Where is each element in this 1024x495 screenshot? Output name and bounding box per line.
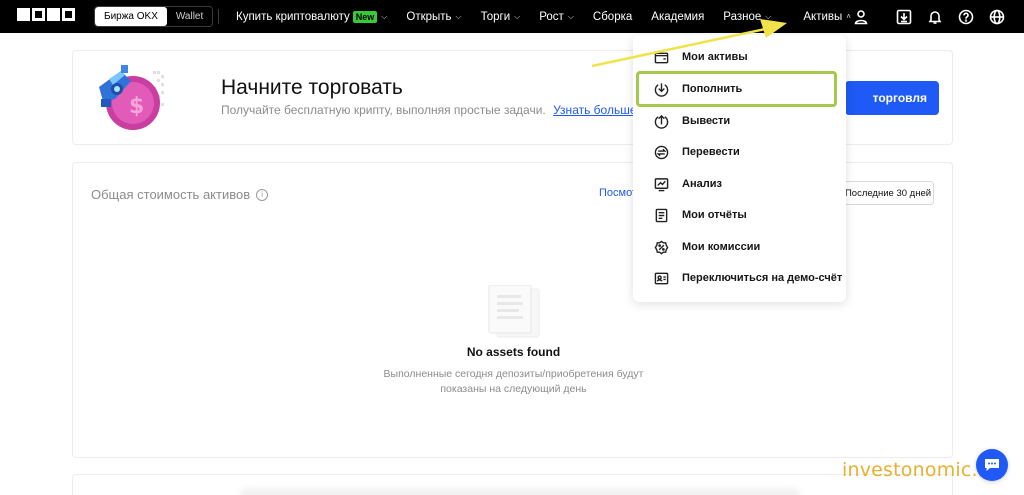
hero-subtitle: Получайте бесплатную крипту, выполняя пр… <box>221 103 640 117</box>
logo-block <box>32 8 45 21</box>
menu-item-analysis[interactable]: Анализ <box>653 174 722 194</box>
empty-state-description: Выполненные сегодня депозиты/приобретени… <box>383 368 644 395</box>
reports-icon <box>653 207 669 223</box>
nav-item-label: Академия <box>651 10 705 23</box>
nav-item-label: Купить криптовалюту <box>236 10 350 23</box>
okx-logo[interactable] <box>17 8 75 21</box>
wallet-icon <box>653 49 669 65</box>
menu-item-label: Мои отчёты <box>682 209 747 221</box>
view-link[interactable]: Посмот <box>599 187 637 199</box>
nav-item-label: Разное <box>723 10 762 23</box>
nav-item-open[interactable]: Открыть ⌵ <box>406 11 461 23</box>
menu-item-transfer[interactable]: Перевести <box>653 142 740 162</box>
help-icon[interactable] <box>957 8 975 26</box>
chevron-down-icon: ⌵ <box>567 11 574 21</box>
site-watermark: investonomic.ru <box>842 459 999 481</box>
menu-item-withdraw[interactable]: Вывести <box>653 111 730 131</box>
new-badge: New <box>352 10 378 23</box>
nav-item-grow[interactable]: Рост ⌵ <box>539 11 574 23</box>
support-chat-button[interactable] <box>976 449 1008 481</box>
logo-block <box>47 8 60 21</box>
chat-bubble-icon <box>985 459 999 471</box>
menu-item-reports[interactable]: Мои отчёты <box>653 205 747 225</box>
nav-item-buy-crypto[interactable]: Купить криптовалюту New ⌵ <box>236 10 388 23</box>
top-navigation-bar: Биржа OKX Wallet Купить криптовалюту New… <box>0 0 1024 33</box>
period-selector-button[interactable]: Последние 30 дней <box>842 181 934 205</box>
menu-item-label: Перевести <box>682 146 740 158</box>
nav-item-label: Торги <box>480 10 511 23</box>
logo-block <box>17 8 30 21</box>
nav-divider <box>218 9 219 24</box>
fees-icon <box>653 239 669 255</box>
chevron-down-icon: ⌵ <box>455 11 462 21</box>
chevron-down-icon: ⌵ <box>514 11 521 21</box>
hero-title: Начните торговать <box>221 76 403 99</box>
nav-item-label: Открыть <box>406 10 452 23</box>
menu-item-label: Мои активы <box>682 51 748 63</box>
demo-account-icon <box>653 270 669 286</box>
nav-item-label: Активы <box>803 10 843 23</box>
transfer-icon <box>653 144 669 160</box>
menu-item-label: Анализ <box>682 178 722 190</box>
tab-wallet[interactable]: Wallet <box>167 7 212 26</box>
total-assets-title: Общая стоимость активов i <box>91 187 269 202</box>
nav-item-assets[interactable]: Активы ˄ <box>803 11 851 23</box>
menu-item-demo-account[interactable]: Переключиться на демо-счёт <box>653 268 842 288</box>
empty-document-icon <box>488 285 540 338</box>
logo-block <box>62 8 75 21</box>
hero-illustration: $ <box>99 65 164 130</box>
user-icon[interactable] <box>852 8 870 26</box>
info-icon[interactable]: i <box>256 188 269 201</box>
tab-exchange[interactable]: Биржа OKX <box>95 7 167 26</box>
nav-icons <box>846 0 1013 33</box>
nav-item-more[interactable]: Разное ⌵ <box>723 11 771 23</box>
menu-item-label: Мои комиссии <box>682 241 761 253</box>
nav-item-academy[interactable]: Академия <box>651 11 704 23</box>
nav-item-trade[interactable]: Торги ⌵ <box>481 11 521 23</box>
lower-card-shadow <box>240 488 800 495</box>
start-trading-button[interactable]: торговля <box>845 81 939 115</box>
learn-more-link[interactable]: Узнать больше. <box>553 103 640 117</box>
total-assets-label: Общая стоимость активов <box>91 187 251 202</box>
deposit-highlight-box <box>636 71 837 107</box>
svg-text:$: $ <box>129 94 144 119</box>
chevron-down-icon: ⌵ <box>765 11 772 21</box>
menu-item-label: Переключиться на демо-счёт <box>682 272 843 284</box>
withdraw-icon <box>653 113 669 129</box>
download-icon[interactable] <box>895 8 913 26</box>
hero-subtitle-text: Получайте бесплатную крипту, выполняя пр… <box>221 103 546 117</box>
menu-item-fees[interactable]: Мои комиссии <box>653 237 760 257</box>
menu-item-my-assets[interactable]: Мои активы <box>653 47 748 67</box>
menu-item-label: Вывести <box>682 115 731 127</box>
analysis-icon <box>653 176 669 192</box>
exchange-wallet-toggle: Биржа OKX Wallet <box>94 6 214 27</box>
chevron-down-icon: ⌵ <box>381 11 388 21</box>
empty-state-title: No assets found <box>466 345 561 359</box>
main-nav: Купить криптовалюту New ⌵ Открыть ⌵ Торг… <box>236 0 870 33</box>
nav-item-build[interactable]: Сборка <box>593 11 632 23</box>
nav-item-label: Рост <box>539 10 564 23</box>
bell-icon[interactable] <box>926 8 944 26</box>
nav-item-label: Сборка <box>592 10 633 23</box>
globe-icon[interactable] <box>988 8 1006 26</box>
